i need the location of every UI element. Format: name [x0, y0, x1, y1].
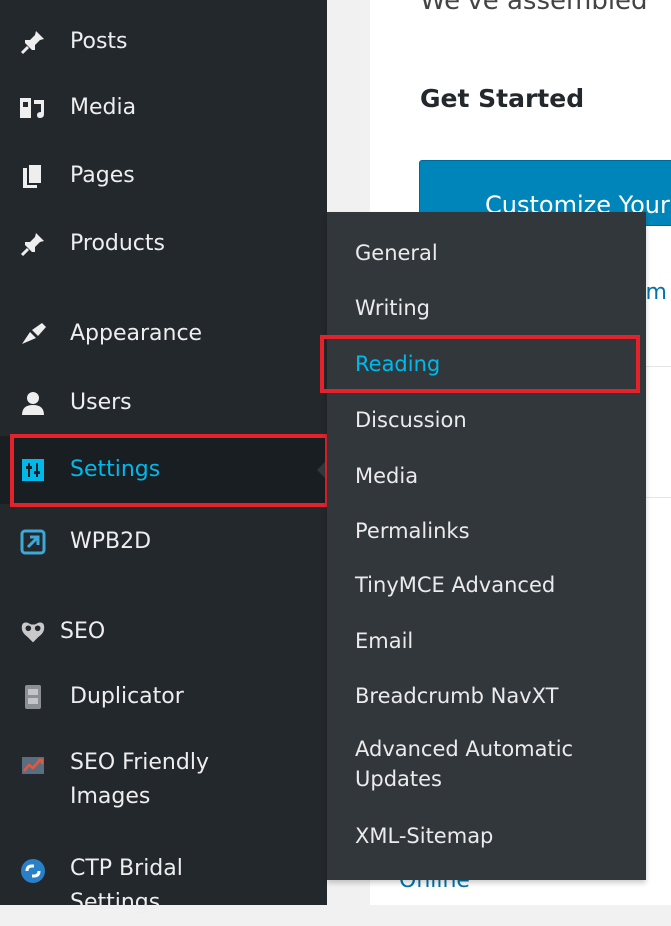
sidebar-item-posts[interactable]: Posts	[0, 22, 327, 62]
submenu-item-email[interactable]: Email	[355, 626, 413, 656]
sidebar-item-products[interactable]: Products	[0, 224, 327, 264]
welcome-intro-text: We've assembled	[420, 0, 648, 16]
sidebar-item-label: Users	[70, 390, 132, 415]
sidebar-item-appearance[interactable]: Appearance	[0, 314, 327, 354]
paintbrush-icon	[18, 319, 48, 349]
sidebar-item-label: Appearance	[70, 321, 203, 346]
media-icon	[18, 93, 48, 123]
flyout-pointer	[317, 460, 327, 480]
submenu-item-writing[interactable]: Writing	[355, 293, 430, 323]
sidebar-item-seo[interactable]: SEO	[0, 612, 327, 652]
submenu-item-discussion[interactable]: Discussion	[355, 405, 467, 435]
sidebar-item-label: CTP Bridal Settings	[70, 856, 183, 915]
submenu-item-xml-sitemap[interactable]: XML-Sitemap	[355, 821, 493, 851]
sidebar-item-label: SEO	[60, 619, 106, 644]
sidebar-item-label: Settings	[70, 457, 161, 482]
sidebar-item-duplicator[interactable]: Duplicator	[0, 677, 327, 717]
submenu-item-tinymce-advanced[interactable]: TinyMCE Advanced	[355, 570, 555, 600]
ctp-icon	[18, 856, 48, 886]
pages-icon	[18, 161, 48, 191]
sidebar-item-pages[interactable]: Pages	[0, 156, 327, 196]
sidebar-item-media[interactable]: Media	[0, 88, 327, 128]
seo-icon	[18, 617, 48, 647]
pushpin-icon	[18, 27, 48, 57]
sidebar-item-label: Duplicator	[70, 684, 184, 709]
submenu-item-reading[interactable]: Reading	[355, 349, 440, 379]
settings-flyout-submenu: General Writing Reading Discussion Media…	[327, 212, 646, 880]
sidebar-item-label: Products	[70, 231, 165, 256]
get-started-heading: Get Started	[420, 84, 585, 113]
submenu-item-permalinks[interactable]: Permalinks	[355, 516, 470, 546]
sidebar-item-ctp-bridal-settings[interactable]: CTP Bridal Settings	[0, 852, 327, 926]
duplicator-icon	[18, 682, 48, 712]
sidebar-item-settings[interactable]: Settings	[0, 436, 327, 504]
submenu-item-general[interactable]: General	[355, 238, 438, 268]
wpb2d-icon	[18, 527, 48, 557]
sidebar-item-users[interactable]: Users	[0, 383, 327, 423]
submenu-item-media[interactable]: Media	[355, 461, 418, 491]
settings-sliders-icon	[18, 455, 48, 485]
admin-sidebar: Posts Media Pages Products Appearance Us…	[0, 0, 327, 915]
sidebar-item-label: SEO Friendly Images	[70, 750, 209, 809]
sidebar-item-label: Media	[70, 95, 137, 120]
sidebar-item-label: WPB2D	[70, 529, 152, 554]
image-chart-icon	[18, 750, 48, 780]
sidebar-item-label: Posts	[70, 29, 128, 54]
pushpin-icon	[18, 229, 48, 259]
sidebar-item-wpb2d[interactable]: WPB2D	[0, 522, 327, 562]
sidebar-item-seo-friendly-images[interactable]: SEO Friendly Images	[0, 746, 327, 820]
sidebar-item-label: Pages	[70, 163, 135, 188]
submenu-item-breadcrumb-navxt[interactable]: Breadcrumb NavXT	[355, 681, 559, 711]
submenu-item-advanced-automatic-updates[interactable]: Advanced Automatic Updates	[355, 734, 615, 794]
user-icon	[18, 388, 48, 418]
